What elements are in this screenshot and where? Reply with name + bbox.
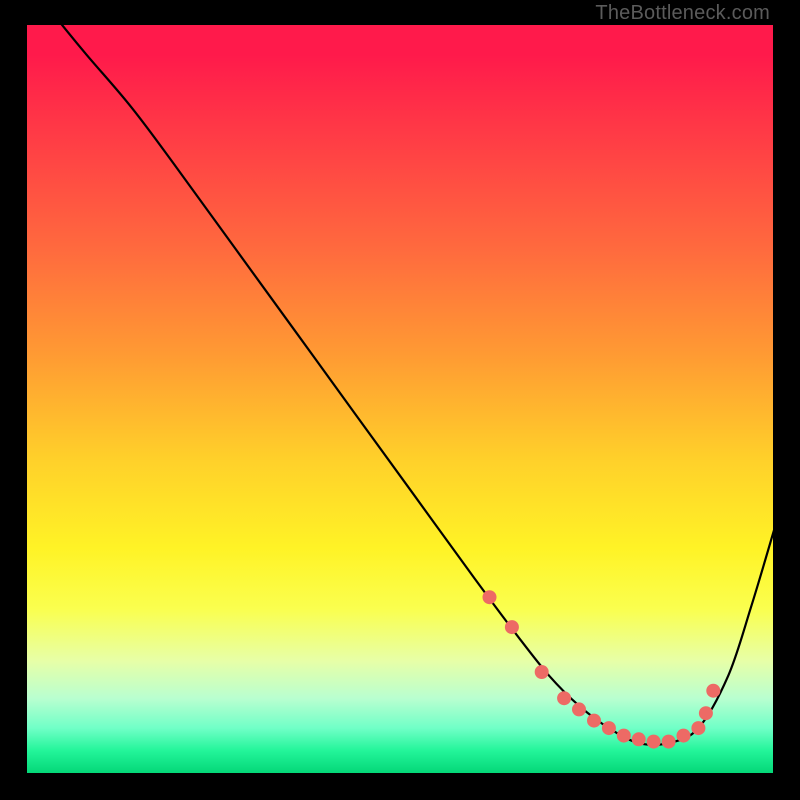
highlight-dot — [483, 590, 497, 604]
highlight-dots-group — [483, 590, 721, 748]
chart-svg — [27, 25, 773, 773]
highlight-dot — [602, 721, 616, 735]
highlight-dot — [662, 735, 676, 749]
highlight-dot — [557, 691, 571, 705]
highlight-dot — [535, 665, 549, 679]
highlight-dot — [691, 721, 705, 735]
chart-frame: TheBottleneck.com — [0, 0, 800, 800]
highlight-dot — [587, 714, 601, 728]
highlight-dot — [617, 729, 631, 743]
highlight-dot — [572, 702, 586, 716]
highlight-dot — [647, 735, 661, 749]
attribution-text: TheBottleneck.com — [595, 2, 770, 25]
highlight-dot — [505, 620, 519, 634]
highlight-dot — [677, 729, 691, 743]
highlight-dot — [699, 706, 713, 720]
bottleneck-curve — [27, 0, 775, 745]
highlight-dot — [706, 684, 720, 698]
highlight-dot — [632, 732, 646, 746]
